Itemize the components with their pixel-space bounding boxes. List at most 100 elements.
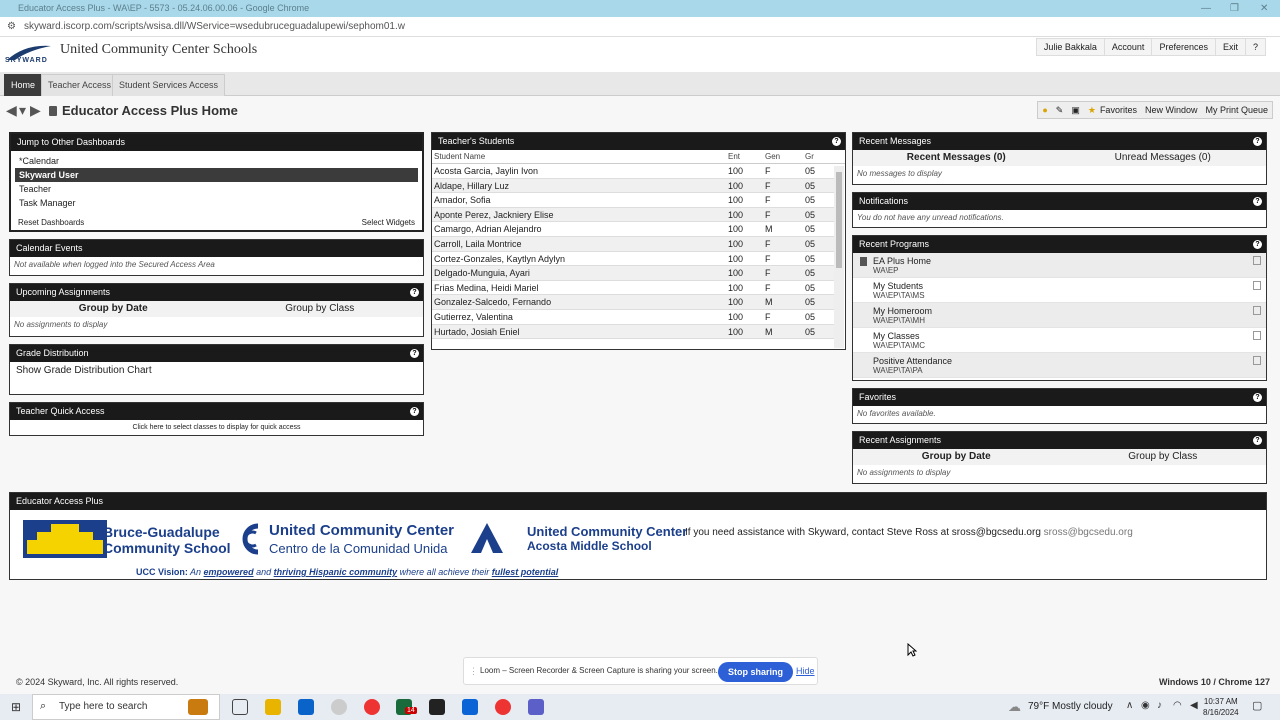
hide-link[interactable]: Hide: [796, 666, 815, 676]
user-name-link[interactable]: Julie Bakkala: [1035, 38, 1105, 56]
snipping-tool-icon[interactable]: [331, 699, 347, 715]
table-row[interactable]: Aponte Perez, Jackniery Elise 100 F 05: [432, 207, 835, 223]
notes-icon[interactable]: ✎: [1052, 102, 1068, 118]
clock[interactable]: 10:37 AM 8/16/2024: [1203, 696, 1239, 718]
notepad-icon[interactable]: [429, 699, 445, 715]
students-scrollbar[interactable]: [834, 166, 844, 348]
table-row[interactable]: Hurtado, Josiah Eniel 100 M 05: [432, 324, 835, 340]
table-row[interactable]: Gutierrez, Valentina 100 F 05: [432, 310, 835, 325]
list-item[interactable]: EA Plus Home WA\EP: [853, 253, 1266, 278]
help-icon[interactable]: ?: [1253, 393, 1262, 402]
minimize-icon[interactable]: —: [1201, 0, 1211, 17]
list-item[interactable]: My Homeroom WA\EP\TA\MH: [853, 303, 1266, 328]
show-grade-chart-link[interactable]: Show Grade Distribution Chart: [10, 362, 423, 379]
help-icon[interactable]: ?: [410, 288, 419, 297]
help-icon[interactable]: ?: [1253, 197, 1262, 206]
url-text[interactable]: skyward.iscorp.com/scripts/wsisa.dll/WSe…: [24, 21, 405, 32]
list-item[interactable]: Positive Attendance WA\EP\TA\PA: [853, 353, 1266, 378]
help-icon[interactable]: ?: [410, 407, 419, 416]
address-bar[interactable]: ⚙ skyward.iscorp.com/scripts/wsisa.dll/W…: [0, 17, 1280, 37]
taskbar-search-box[interactable]: ⌕ Type here to search: [32, 694, 220, 720]
dashboard-calendar[interactable]: *Calendar: [11, 154, 422, 168]
notifications-panel: Notifications? You do not have any unrea…: [852, 192, 1267, 228]
table-row[interactable]: Gonzalez-Salcedo, Fernando 100 M 05: [432, 295, 835, 310]
assistance-email[interactable]: sross@bgcsedu.org: [1044, 527, 1133, 538]
network-icon[interactable]: ◉: [1141, 700, 1150, 711]
drag-handle-icon[interactable]: ⋮: [469, 666, 478, 677]
help-icon[interactable]: ?: [832, 137, 841, 146]
microphone-icon[interactable]: ♪: [1157, 700, 1162, 711]
list-item[interactable]: My Classes WA\EP\TA\MC: [853, 328, 1266, 353]
favorites-star-icon[interactable]: ★: [1084, 102, 1100, 118]
help-icon[interactable]: ?: [1253, 436, 1262, 445]
dashboard-skyward-user[interactable]: Skyward User: [15, 168, 418, 182]
favorites-menu[interactable]: Favorites: [1100, 102, 1141, 118]
select-widgets-link[interactable]: Select Widgets: [362, 218, 415, 227]
volume-icon[interactable]: ◀: [1190, 700, 1198, 711]
preferences-link[interactable]: Preferences: [1151, 38, 1216, 56]
help-icon[interactable]: ?: [410, 349, 419, 358]
list-item[interactable]: My Students WA\EP\TA\MS: [853, 278, 1266, 303]
table-row[interactable]: Carroll, Laila Montrice 100 F 05: [432, 236, 835, 252]
teams-icon[interactable]: [528, 699, 544, 715]
quick-access-link[interactable]: Click here to select classes to display …: [10, 420, 423, 431]
chrome-icon[interactable]: [364, 699, 380, 715]
group-by-date-button[interactable]: Group by Date: [853, 449, 1060, 465]
help-icon[interactable]: ?: [1253, 137, 1262, 146]
table-row[interactable]: Cortez-Gonzales, Kaytlyn Adylyn 100 F 05: [432, 252, 835, 267]
add-favorite-icon[interactable]: [1253, 331, 1261, 340]
group-by-date-button[interactable]: Group by Date: [10, 301, 217, 317]
scrollbar-thumb[interactable]: [836, 172, 842, 268]
table-row[interactable]: Amador, Sofia 100 F 05: [432, 193, 835, 208]
restore-icon[interactable]: ❐: [1230, 0, 1239, 17]
tab-home[interactable]: Home: [4, 74, 43, 96]
recent-messages-button[interactable]: Recent Messages (0): [853, 150, 1060, 166]
table-row[interactable]: Aldape, Hillary Luz 100 F 05: [432, 178, 835, 194]
history-icon[interactable]: ▾: [19, 102, 26, 119]
tab-student-services[interactable]: Student Services Access: [112, 74, 226, 96]
dashboard-teacher[interactable]: Teacher: [11, 182, 422, 196]
reset-dashboards-link[interactable]: Reset Dashboards: [18, 218, 84, 227]
wifi-icon[interactable]: ◠: [1173, 700, 1182, 711]
site-info-icon[interactable]: ⚙: [7, 17, 16, 37]
tray-overflow-icon[interactable]: ∧: [1126, 700, 1133, 711]
weather-text[interactable]: 79°F Mostly cloudy: [1028, 701, 1113, 712]
unread-messages-button[interactable]: Unread Messages (0): [1060, 150, 1267, 166]
account-link[interactable]: Account: [1103, 38, 1153, 56]
notification-center-icon[interactable]: ▢: [1252, 699, 1262, 712]
alert-icon[interactable]: ●: [1038, 102, 1051, 118]
windows-start-icon[interactable]: ⊞: [11, 700, 21, 714]
table-row[interactable]: Acosta Garcia, Jaylin Ivon 100 F 05: [432, 164, 835, 179]
exit-link[interactable]: Exit: [1214, 38, 1246, 56]
print-queue-button[interactable]: My Print Queue: [1201, 102, 1272, 118]
table-row[interactable]: Camargo, Adrian Alejandro 100 M 05: [432, 222, 835, 237]
store-icon[interactable]: [298, 699, 314, 715]
new-window-button[interactable]: New Window: [1141, 102, 1202, 118]
col-student-name[interactable]: Student Name: [432, 150, 728, 163]
camera-icon[interactable]: ▣: [1067, 102, 1084, 118]
group-by-class-button[interactable]: Group by Class: [217, 301, 424, 317]
dashboard-task-manager[interactable]: Task Manager: [11, 196, 422, 210]
help-icon[interactable]: ?: [1253, 240, 1262, 249]
col-ent[interactable]: Ent: [728, 150, 765, 163]
app-icon[interactable]: 14: [396, 699, 417, 715]
add-favorite-icon[interactable]: [1253, 356, 1261, 365]
table-row[interactable]: Delgado-Munguia, Ayari 100 F 05: [432, 266, 835, 281]
chrome-active-icon[interactable]: [495, 699, 511, 715]
tab-teacher-access[interactable]: Teacher Access: [41, 74, 119, 96]
file-explorer-icon[interactable]: [265, 699, 281, 715]
add-favorite-icon[interactable]: [1253, 306, 1261, 315]
col-gen[interactable]: Gen: [765, 150, 805, 163]
outlook-icon[interactable]: [462, 699, 478, 715]
forward-arrow-icon[interactable]: ▶: [30, 102, 41, 119]
back-arrow-icon[interactable]: ◀: [6, 102, 17, 119]
help-link[interactable]: ?: [1244, 38, 1266, 56]
table-row[interactable]: Frias Medina, Heidi Mariel 100 F 05: [432, 281, 835, 296]
add-favorite-icon[interactable]: [1253, 281, 1261, 290]
stop-sharing-button[interactable]: Stop sharing: [718, 662, 794, 682]
col-gr[interactable]: Gr: [805, 150, 835, 163]
close-icon[interactable]: ✕: [1260, 0, 1268, 17]
group-by-class-button[interactable]: Group by Class: [1060, 449, 1267, 465]
add-favorite-icon[interactable]: [1253, 256, 1261, 265]
task-view-icon[interactable]: [232, 699, 248, 715]
